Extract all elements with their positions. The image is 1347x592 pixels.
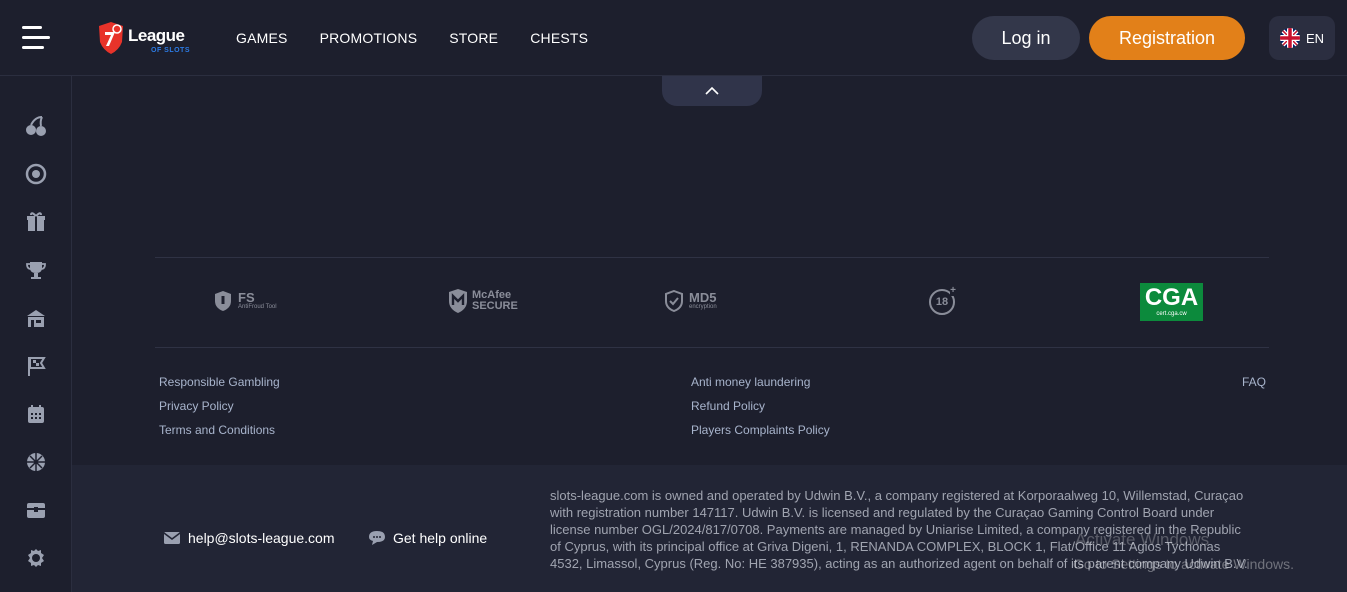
fs-antifraud-badge: FS AntiFroud Tool [214, 290, 277, 312]
shield-icon [215, 291, 231, 311]
age-18-badge: 18 + [929, 285, 956, 315]
nav-games[interactable]: GAMES [236, 30, 288, 46]
nav-chests[interactable]: CHESTS [530, 30, 588, 46]
shop-icon[interactable] [24, 306, 48, 330]
logo-text: League [128, 26, 185, 45]
windows-watermark-subtitle: Go to Settings to activate Windows. [1073, 556, 1294, 572]
uk-flag-icon [1279, 28, 1300, 48]
menu-icon[interactable] [22, 26, 50, 50]
logo-shield-icon [99, 22, 123, 54]
tournament-flag-icon[interactable] [24, 354, 48, 378]
gift-icon[interactable] [24, 210, 48, 234]
nav-store[interactable]: STORE [449, 30, 498, 46]
cga-badge[interactable]: CGA cert.cga.cw [1140, 283, 1203, 321]
plus-icon: + [950, 285, 956, 296]
scroll-up-button[interactable] [662, 76, 762, 106]
email-address: help@slots-league.com [188, 530, 335, 546]
trophy-icon[interactable] [24, 258, 48, 282]
chat-icon [369, 531, 385, 545]
cga-title: CGA [1144, 284, 1199, 311]
link-players-complaints-policy[interactable]: Players Complaints Policy [691, 423, 830, 437]
fs-title: FS [238, 290, 255, 305]
link-faq[interactable]: FAQ [1242, 375, 1266, 389]
sidebar [0, 77, 71, 592]
mcafee-shield-icon [449, 289, 467, 313]
fs-subtitle: AntiFroud Tool [238, 304, 277, 310]
sports-ball-icon[interactable] [24, 450, 48, 474]
calendar-icon[interactable] [24, 402, 48, 426]
header: League OF SLOTS GAMES PROMOTIONS STORE C… [0, 0, 1347, 76]
language-selector[interactable]: EN [1269, 16, 1335, 60]
logo-subtext: OF SLOTS [151, 47, 190, 54]
main-nav: GAMES PROMOTIONS STORE CHESTS [236, 30, 588, 46]
cga-subtitle: cert.cga.cw [1156, 311, 1187, 317]
chevron-up-icon [705, 86, 719, 95]
link-privacy-policy[interactable]: Privacy Policy [159, 399, 234, 413]
windows-watermark-title: Activate Windows [1075, 530, 1210, 549]
registration-button[interactable]: Registration [1089, 16, 1245, 60]
md5-title: MD5 [689, 290, 717, 305]
nav-promotions[interactable]: PROMOTIONS [320, 30, 418, 46]
chest-icon[interactable] [24, 498, 48, 522]
email-contact[interactable]: help@slots-league.com [164, 530, 335, 546]
link-refund-policy[interactable]: Refund Policy [691, 399, 765, 413]
md5-subtitle: encryption [689, 304, 717, 310]
logo[interactable]: League OF SLOTS [95, 20, 190, 58]
md5-badge: MD5 encryption [665, 290, 717, 312]
help-online-label: Get help online [393, 530, 488, 546]
help-online-contact[interactable]: Get help online [369, 530, 487, 546]
divider-top [155, 257, 1269, 258]
mcafee-badge: McAfee SECURE [447, 289, 518, 313]
divider-bottom [155, 347, 1269, 348]
age-label: 18 [935, 296, 949, 308]
link-responsible-gambling[interactable]: Responsible Gambling [159, 375, 280, 389]
link-terms-conditions[interactable]: Terms and Conditions [159, 423, 275, 437]
shield-check-icon [665, 290, 683, 312]
mcafee-subtitle: SECURE [472, 300, 518, 312]
cherry-icon[interactable] [24, 114, 48, 138]
award-icon[interactable] [24, 546, 48, 570]
roulette-icon[interactable] [24, 162, 48, 186]
language-label: EN [1305, 30, 1325, 46]
mail-icon [164, 532, 180, 544]
link-anti-money-laundering[interactable]: Anti money laundering [691, 375, 810, 389]
login-button[interactable]: Log in [972, 16, 1080, 60]
